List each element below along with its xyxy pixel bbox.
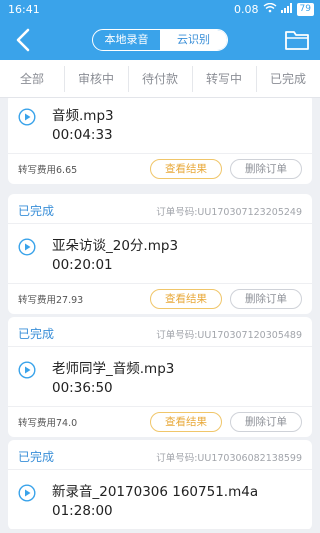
network-speed: 0.08 (234, 3, 259, 16)
segment-local-recordings[interactable]: 本地录音 (93, 30, 160, 50)
tab-pending-payment[interactable]: 待付款 (128, 60, 192, 97)
order-file: 亚朵访谈_20分.mp3 00:20:01 (8, 224, 312, 284)
folder-icon[interactable] (284, 28, 310, 52)
order-file: 新录音_20170306 160751.m4a 01:28:00 (8, 470, 312, 530)
view-result-button[interactable]: 查看结果 (150, 289, 222, 309)
file-duration: 00:20:01 (52, 257, 113, 273)
order-footer: 转写费用74.0 查看结果 删除订单 (8, 407, 312, 437)
order-status: 已完成 (18, 450, 55, 464)
app-bar: 本地录音 云识别 (0, 20, 320, 60)
status-indicators: 0.08 79 (234, 2, 314, 16)
delete-order-button[interactable]: 删除订单 (230, 412, 302, 432)
order-header: 已完成 订单号码:UU170306082138599 (8, 440, 312, 470)
file-duration: 01:28:00 (52, 503, 113, 519)
view-result-button[interactable]: 查看结果 (150, 412, 222, 432)
order-number: 订单号码:UU170307123205249 (156, 207, 302, 218)
order-card: 音频.mp3 00:04:33 转写费用6.65 查看结果 删除订单 (8, 98, 312, 184)
battery-icon: 79 (296, 3, 314, 16)
delete-order-button[interactable]: 删除订单 (230, 159, 302, 179)
segment-cloud-recognition[interactable]: 云识别 (160, 30, 227, 50)
order-file: 老师同学_音频.mp3 00:36:50 (8, 347, 312, 407)
wifi-icon (263, 2, 277, 16)
tab-completed[interactable]: 已完成 (256, 60, 320, 97)
status-filter-tabs: 全部 审核中 待付款 转写中 已完成 (0, 60, 320, 98)
view-result-button[interactable]: 查看结果 (150, 159, 222, 179)
tab-reviewing[interactable]: 审核中 (64, 60, 128, 97)
signal-icon (280, 3, 293, 16)
file-name: 老师同学_音频.mp3 (52, 361, 175, 377)
order-number: 订单号码:UU170307120305489 (156, 330, 302, 341)
order-status: 已完成 (18, 327, 55, 341)
order-header: 已完成 订单号码:UU170307120305489 (8, 317, 312, 347)
order-list[interactable]: 音频.mp3 00:04:33 转写费用6.65 查看结果 删除订单 已完成 订… (0, 98, 320, 533)
status-bar: 16:41 0.08 79 (0, 0, 320, 20)
tab-transcribing[interactable]: 转写中 (192, 60, 256, 97)
file-name: 亚朵访谈_20分.mp3 (52, 238, 179, 254)
file-duration: 00:36:50 (52, 380, 113, 396)
order-footer: 转写费用6.65 查看结果 删除订单 (8, 154, 312, 184)
order-card: 已完成 订单号码:UU170306082138599 新录音_20170306 … (8, 440, 312, 530)
order-status: 已完成 (18, 204, 55, 218)
file-name: 新录音_20170306 160751.m4a (52, 484, 259, 500)
order-card: 已完成 订单号码:UU170307123205249 亚朵访谈_20分.mp3 … (8, 194, 312, 314)
order-number: 订单号码:UU170306082138599 (156, 453, 302, 464)
file-duration: 00:04:33 (52, 127, 113, 143)
file-name: 音频.mp3 (52, 108, 114, 124)
source-segmented-control: 本地录音 云识别 (92, 29, 228, 51)
play-icon[interactable] (18, 108, 36, 126)
order-footer: 转写费用27.93 查看结果 删除订单 (8, 284, 312, 314)
play-icon[interactable] (18, 238, 36, 256)
fee-text: 转写费用6.65 (18, 165, 78, 176)
play-icon[interactable] (18, 484, 36, 502)
status-time: 16:41 (8, 3, 40, 16)
fee-text: 转写费用27.93 (18, 295, 84, 306)
order-card: 已完成 订单号码:UU170307120305489 老师同学_音频.mp3 0… (8, 317, 312, 437)
order-header: 已完成 订单号码:UU170307123205249 (8, 194, 312, 224)
play-icon[interactable] (18, 361, 36, 379)
order-file: 音频.mp3 00:04:33 (8, 98, 312, 154)
fee-text: 转写费用74.0 (18, 418, 78, 429)
delete-order-button[interactable]: 删除订单 (230, 289, 302, 309)
tab-all[interactable]: 全部 (0, 60, 64, 97)
back-icon[interactable] (10, 26, 38, 54)
